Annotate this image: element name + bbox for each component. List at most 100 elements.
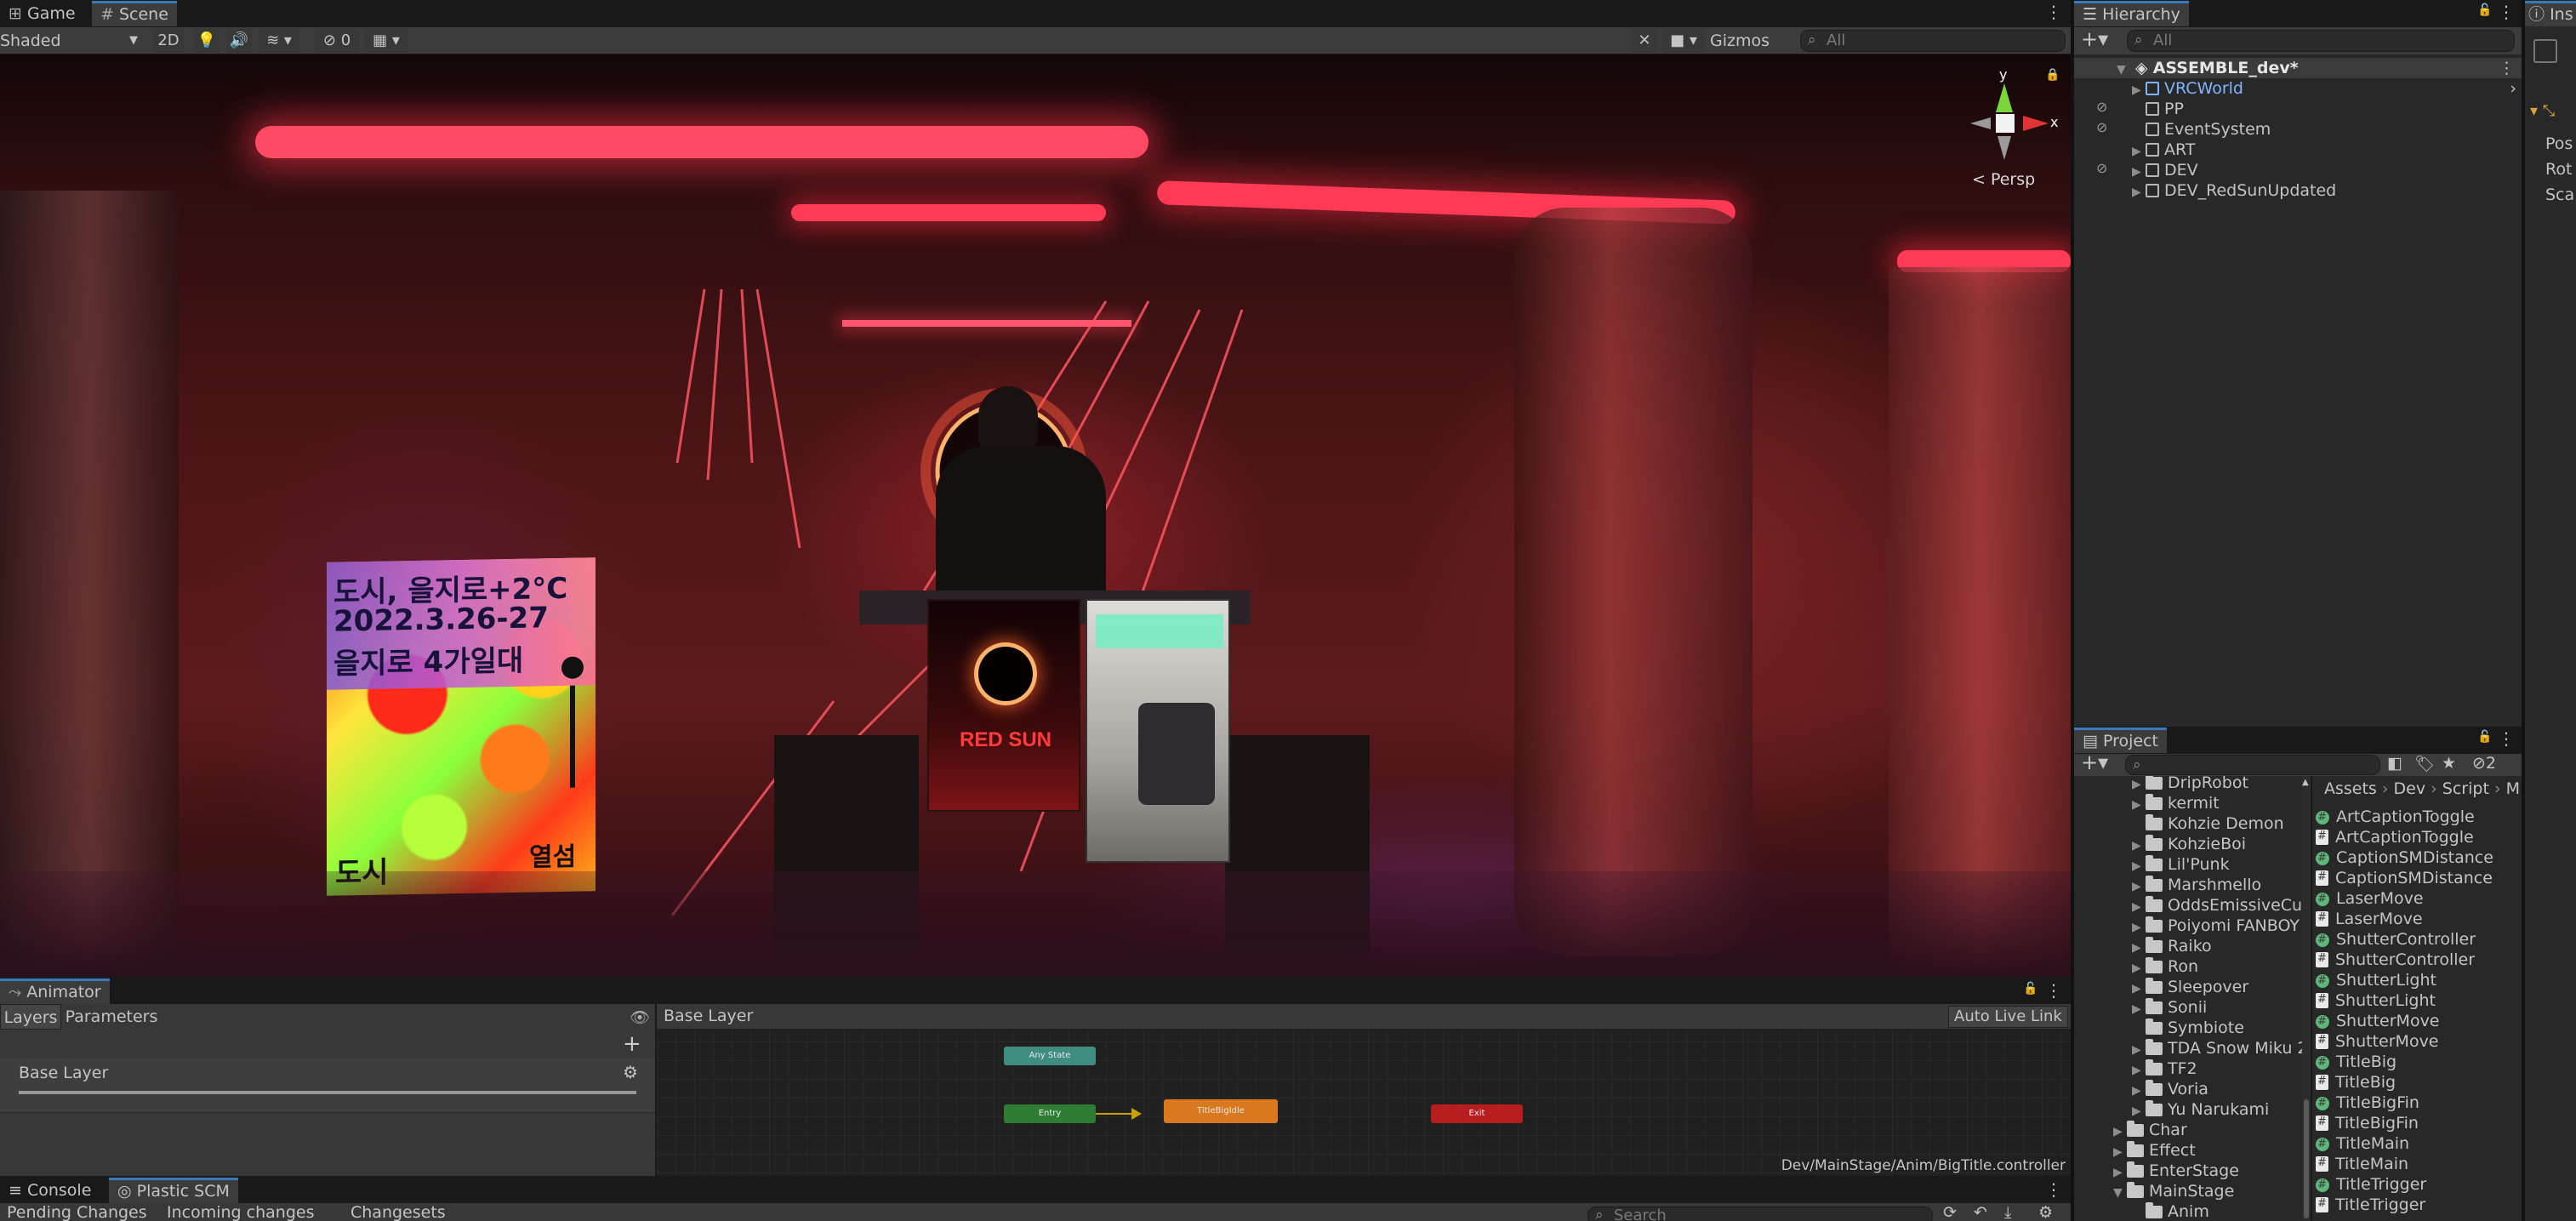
breadcrumb-item[interactable]: M [2506,779,2520,798]
favorite-icon[interactable]: ★ [2442,754,2456,773]
tab-project[interactable]: ▤ Project [2074,727,2168,753]
state-exit[interactable]: Exit [1431,1104,1523,1123]
changesets-tab[interactable]: Changesets [350,1203,446,1221]
project-folder-item[interactable]: ▶ DripRobot [2074,776,2305,793]
project-file-item[interactable]: CaptionSMDistance [2316,847,2493,869]
tab-plastic-scm[interactable]: ◎ Plastic SCM [109,1178,238,1203]
project-file-item[interactable]: ShutterMove [2316,1030,2439,1052]
chevron-right-icon[interactable]: ▶ [2132,776,2146,795]
project-folder-item[interactable]: ▶ Poiyomi FANBOY [2074,916,2305,936]
hierarchy-root[interactable]: ▼ ◈ ASSEMBLE_dev* ⋮ [2074,58,2522,78]
hierarchy-item[interactable]: ▶ DEV [2074,160,2522,180]
project-file-item[interactable]: TitleMain [2316,1153,2408,1174]
chevron-right-icon[interactable]: ▶ [2132,141,2146,162]
project-folder-item[interactable]: ▶ Voria [2074,1079,2305,1099]
breadcrumb-item[interactable]: Assets [2324,779,2377,798]
gizmos-dropdown[interactable]: Gizmos ▼ [1710,27,1790,77]
project-file-item[interactable]: TitleBig [2316,1052,2396,1073]
chevron-right-icon[interactable]: ▶ [2132,1081,2146,1101]
toggle-2d-button[interactable]: 2D [153,29,184,53]
tab-scene[interactable]: # Scene [92,1,177,26]
hidden-packages-toggle[interactable]: ⊘2 [2472,754,2496,773]
audio-toggle-icon[interactable]: 🔊 [226,29,252,53]
tab-parameters[interactable]: Parameters [65,1004,158,1030]
project-file-item[interactable]: TitleBig [2316,1071,2396,1093]
breadcrumb-item[interactable]: Script [2442,779,2489,798]
search-by-type-icon[interactable]: ◧ [2387,754,2402,773]
hierarchy-search-input[interactable]: ⌕ All [2127,30,2515,52]
more-menu-icon[interactable]: ⋮ [2045,2,2062,22]
state-entry[interactable]: Entry [1004,1104,1096,1123]
effects-toggle-icon[interactable]: ≋ ▾ [259,29,299,53]
state-default[interactable]: TitleBigIdle [1164,1099,1278,1123]
project-folder-item[interactable]: ▶ Lil'Punk [2074,854,2305,875]
chevron-right-icon[interactable]: ▶ [2113,1162,2127,1183]
project-file-item[interactable]: ShutterMove [2316,1011,2440,1032]
project-file-item[interactable]: TitleMain [2316,1133,2409,1155]
more-menu-icon[interactable]: ⋮ [2498,728,2515,749]
chevron-right-icon[interactable]: ▶ [2132,1040,2146,1060]
project-folder-item[interactable]: ▶ Sleepover [2074,977,2305,997]
camera-dropdown-icon[interactable]: ■ ▾ [1662,29,1705,53]
gear-icon[interactable]: ⚙ [623,1062,638,1082]
chevron-right-icon[interactable]: ▶ [2132,162,2146,182]
animator-breadcrumb[interactable]: Base Layer [664,1007,753,1025]
layer-weight-bar[interactable] [19,1091,636,1094]
chevron-right-icon[interactable]: ▶ [2132,80,2146,100]
chevron-right-icon[interactable]: ▶ [2132,795,2146,815]
project-file-item[interactable]: ShutterLight [2316,970,2436,991]
project-folder-item[interactable]: ▶ KohzieBoi [2074,834,2305,854]
tab-layers[interactable]: Layers [0,1004,61,1030]
tree-scroll-thumb[interactable] [2304,1099,2309,1218]
chevron-right-icon[interactable]: ▶ [2113,1142,2127,1162]
undo-icon[interactable]: ↶ [1974,1203,1987,1221]
add-object-button[interactable]: +▾ [2081,27,2108,51]
chevron-right-icon[interactable]: ▶ [2132,182,2146,203]
state-any-state[interactable]: Any State [1004,1047,1096,1065]
tree-scroll-up-icon[interactable]: ▲ [2302,778,2309,787]
chevron-right-icon[interactable]: ▶ [2132,917,2146,938]
lock-icon[interactable]: 🔓 [2477,730,2492,744]
project-folder-item[interactable]: ▶ EnterStage [2074,1161,2305,1181]
scene-orientation-gizmo[interactable]: y x [1965,66,2067,168]
incoming-changes-tab[interactable]: Incoming changes [167,1203,314,1221]
more-menu-icon[interactable]: ⋮ [2498,2,2515,22]
project-folder-item[interactable]: ▶ TF2 [2074,1058,2305,1079]
project-file-item[interactable]: LaserMove [2316,908,2423,929]
project-folder-item[interactable]: ▶ Ron [2074,956,2305,977]
hidden-objects-toggle[interactable]: ⊘ 0 [315,29,359,53]
project-folder-item[interactable]: Kohzie Demon [2074,813,2305,834]
plastic-search-input[interactable]: ⌕ Search [1587,1207,1933,1221]
project-file-item[interactable]: ShutterController [2316,949,2475,970]
chevron-right-icon[interactable]: ▶ [2132,876,2146,897]
project-file-item[interactable]: CaptionSMDistance [2316,867,2493,888]
hierarchy-item[interactable]: ▶ VRCWorld › [2074,78,2522,99]
project-folder-item[interactable]: ▼ MainStage [2074,1181,2305,1201]
gear-icon[interactable]: ⚙ [2038,1203,2053,1221]
hierarchy-item[interactable]: ▶ DEV_RedSunUpdated [2074,180,2522,201]
project-folder-item[interactable]: ▶ Effect [2074,1140,2305,1161]
project-search-input[interactable]: ⌕ [2125,755,2380,775]
project-folder-item[interactable]: ▶ kermit [2074,793,2305,813]
project-file-item[interactable]: ArtCaptionToggle [2316,807,2475,828]
project-folder-item[interactable]: ▶ TDA Snow Miku 2 [2074,1038,2305,1058]
chevron-right-icon[interactable]: ▶ [2132,1060,2146,1081]
tools-icon[interactable]: ✕ [1632,29,1657,53]
chevron-right-icon[interactable]: ▶ [2132,999,2146,1019]
scene-search-input[interactable]: ⌕ All [1800,30,2066,52]
tree-scrollbar[interactable]: ▲ [2302,776,2311,1221]
chevron-right-icon[interactable]: ▶ [2132,836,2146,856]
chevron-right-icon[interactable]: ▶ [2132,958,2146,979]
more-menu-icon[interactable]: ⋮ [2499,58,2515,78]
lighting-toggle-icon[interactable]: 💡 [194,29,219,53]
lock-icon[interactable]: 🔒 [2045,68,2060,82]
lock-icon[interactable]: 🔓 [2477,3,2492,17]
grid-snap-icon[interactable]: ▦ ▾ [364,29,408,53]
project-folder-item[interactable]: Symbiote [2074,1018,2305,1038]
hierarchy-item[interactable]: ▶ ART [2074,140,2522,160]
project-file-item[interactable]: TitleTrigger [2316,1194,2425,1215]
project-folder-item[interactable]: ▶ OddsEmissiveCut [2074,895,2305,916]
project-file-item[interactable]: LaserMove [2316,888,2424,910]
chevron-right-icon[interactable]: ▶ [2132,856,2146,876]
breadcrumb-item[interactable]: Dev [2394,779,2426,798]
